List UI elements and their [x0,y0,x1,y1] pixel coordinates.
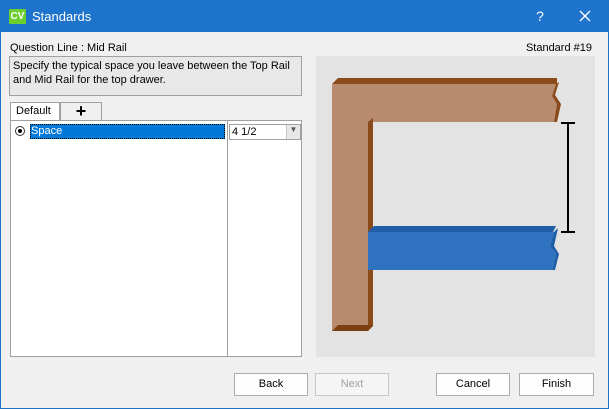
diagram-panel [316,56,595,357]
next-button[interactable]: Next [315,373,389,396]
dropdown-arrow-icon[interactable]: ▼ [286,125,300,139]
rail-diagram-illustration [332,78,575,331]
stile-inner-edge [368,118,373,331]
title-bar: CV Standards ? [1,1,608,32]
mid-rail-top-edge [368,226,556,232]
back-button[interactable]: Back [234,373,308,396]
app-logo-icon: CV [9,9,26,24]
standard-number-label: Standard #19 [525,42,592,54]
standards-list: Space 4 1/2 ▼ [10,120,302,357]
cancel-button[interactable]: Cancel [436,373,510,396]
close-icon [579,10,591,22]
space-value-text: 4 1/2 [232,126,257,138]
tab-default[interactable]: Default [10,102,60,121]
column-divider [227,121,228,356]
row-label-space[interactable]: Space [30,124,225,139]
standards-dialog: CV Standards ? Question Line : Mid Rail … [0,0,609,409]
question-line-label: Question Line : Mid Rail [10,42,127,54]
top-rail [332,84,557,331]
stile-bottom-edge [332,325,373,331]
description-text: Specify the typical space you leave betw… [9,56,302,96]
close-button[interactable] [573,6,597,26]
space-value-field[interactable]: 4 1/2 ▼ [229,124,301,140]
row-radio-button[interactable] [15,126,25,136]
mid-rail [368,232,556,270]
plus-icon: + [75,101,87,121]
finish-button[interactable]: Finish [519,373,594,396]
add-tab-button[interactable]: + [60,102,102,121]
top-rail-top-edge [332,78,557,84]
window-title: Standards [32,9,92,24]
help-button[interactable]: ? [529,6,551,26]
